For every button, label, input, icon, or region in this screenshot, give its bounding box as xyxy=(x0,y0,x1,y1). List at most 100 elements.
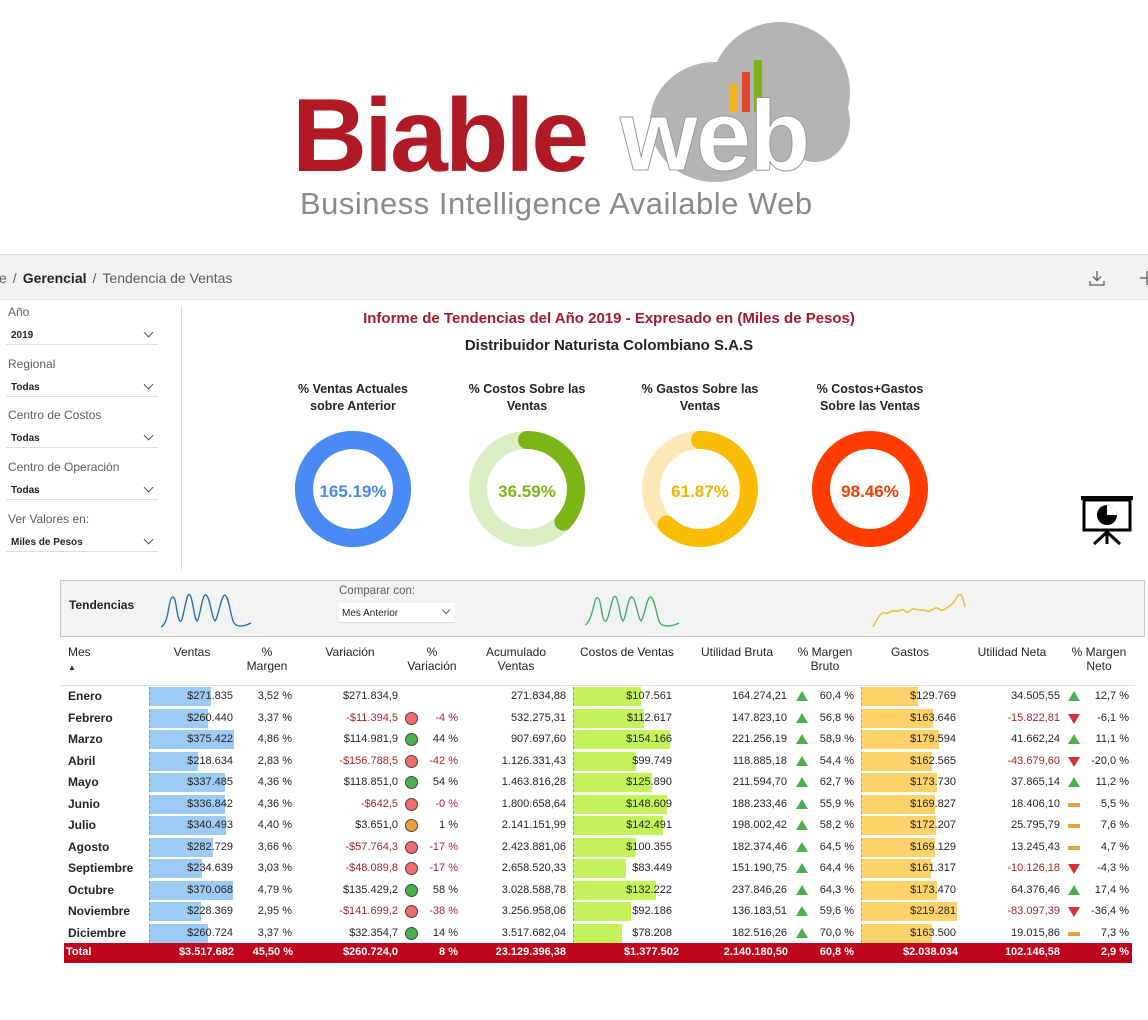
table-row[interactable]: Junio $336.842 4,36 % -$642,5 -0 % 1.800.658,… xyxy=(60,794,1135,816)
cell-pct-variacion xyxy=(422,689,458,704)
cell-variacion: -$11.394,5 xyxy=(346,711,398,724)
cell-margen: 3,52 % xyxy=(257,690,292,702)
table-row[interactable]: Enero $271.835 3,52 % $271.834,9 271.834,88 $… xyxy=(60,686,1135,708)
total-row: Total $3.517.682 45,50 % $260.724,0 8 % … xyxy=(64,943,1132,963)
chevron-down-icon xyxy=(143,379,154,390)
cell-mes: Marzo xyxy=(68,732,103,746)
filter-year-value: 2019 xyxy=(11,330,34,341)
col-header-costos[interactable]: Costos de Ventas xyxy=(572,645,682,659)
breadcrumb-item-home[interactable]: e xyxy=(0,270,7,286)
cell-margen-neto: 5,5 % xyxy=(1100,797,1129,810)
download-icon[interactable] xyxy=(1088,269,1106,287)
cell-pct-variacion: 54 % xyxy=(432,776,458,788)
cell-costos: $148.609 xyxy=(626,797,672,810)
table-row[interactable]: Noviembre $228.369 2,95 % -$141.699,2 -38 % 3… xyxy=(60,901,1135,923)
filter-operation-center-label: Centro de Operación xyxy=(8,460,120,474)
cell-ventas: $337.485 xyxy=(187,776,233,788)
cell-acumulado: 907.697,60 xyxy=(510,733,566,745)
breadcrumb-bar: e / Gerencial / Tendencia de Ventas xyxy=(0,254,1148,300)
cell-acumulado: 1.126.331,43 xyxy=(501,754,566,767)
cell-gastos: $129.769 xyxy=(910,690,956,702)
cell-margen: 2,95 % xyxy=(257,905,292,917)
cell-utilidad-neta: 18.406,10 xyxy=(1011,797,1060,810)
cell-pct-variacion: -4 % xyxy=(435,711,458,724)
cell-utilidad-neta: 13.245,43 xyxy=(1011,840,1060,853)
status-dot-icon xyxy=(405,733,418,746)
filter-units-select[interactable]: Miles de Pesos xyxy=(6,533,158,552)
table-row[interactable]: Marzo $375.422 4,86 % $114.981,9 44 % 907.697… xyxy=(60,729,1135,751)
col-header-utilidad-bruta[interactable]: Utilidad Bruta xyxy=(690,645,784,659)
table-row[interactable]: Julio $340.493 4,40 % $3.651,0 1 % 2.141.151,… xyxy=(60,815,1135,837)
cell-margen-neto: -36,4 % xyxy=(1091,905,1129,917)
breadcrumb-item-gerencial[interactable]: Gerencial xyxy=(23,270,87,286)
triangle-up-icon xyxy=(1068,734,1080,744)
table-row[interactable]: Abril $218.634 2,83 % -$156.788,5 -42 % 1.126… xyxy=(60,751,1135,773)
filter-operation-center-select[interactable]: Todas xyxy=(6,481,158,500)
col-header-margen[interactable]: % Margen xyxy=(236,645,298,673)
total-costos: $1.377.502 xyxy=(623,946,679,958)
col-header-mes[interactable]: Mes ▲ xyxy=(68,645,91,675)
col-header-variacion[interactable]: Variación xyxy=(310,645,390,659)
table-row[interactable]: Agosto $282.729 3,66 % -$57.764,3 -17 % 2.423… xyxy=(60,837,1135,859)
col-header-utilidad-neta[interactable]: Utilidad Neta xyxy=(966,645,1058,659)
cell-margen-neto: 17,4 % xyxy=(1094,883,1129,896)
dash-icon xyxy=(1068,802,1080,807)
table-row[interactable]: Febrero $260.440 3,37 % -$11.394,5 -4 % 532.2… xyxy=(60,708,1135,730)
presentation-icon[interactable] xyxy=(1080,494,1134,546)
cell-margen-bruto: 55,9 % xyxy=(819,797,854,810)
kpi-expenses-value: 61.87% xyxy=(671,482,729,501)
cell-margen-bruto: 54,4 % xyxy=(819,754,854,767)
cell-mes: Junio xyxy=(68,796,100,811)
expand-icon[interactable] xyxy=(1138,269,1148,287)
col-header-gastos[interactable]: Gastos xyxy=(868,645,952,659)
cell-variacion: $32.354,7 xyxy=(349,926,398,939)
cell-margen-bruto: 56,8 % xyxy=(819,711,854,724)
col-header-margen-neto[interactable]: % Margen Neto xyxy=(1064,645,1134,673)
cell-ventas: $370.068 xyxy=(187,883,233,896)
cell-utilidad-neta: -83.097,39 xyxy=(1007,905,1060,917)
cell-utilidad-neta: 37.865,14 xyxy=(1011,776,1060,788)
cell-gastos: $161.317 xyxy=(910,862,956,874)
compare-select[interactable]: Mes Anterior xyxy=(339,603,455,623)
cell-utilidad-bruta: 237.846,26 xyxy=(731,883,787,896)
filter-year-select[interactable]: 2019 xyxy=(6,326,158,345)
chevron-down-icon xyxy=(143,327,154,338)
triangle-down-icon xyxy=(1068,864,1080,874)
logo-name-red: Biable xyxy=(292,78,589,194)
col-header-ventas[interactable]: Ventas xyxy=(160,645,224,659)
cell-utilidad-bruta: 221.256,19 xyxy=(731,733,787,745)
triangle-up-icon xyxy=(796,798,808,809)
cell-acumulado: 2.658.520,33 xyxy=(501,862,566,874)
cell-gastos: $172.207 xyxy=(910,819,956,831)
cell-costos: $125.890 xyxy=(626,776,672,788)
cell-margen-bruto: 59,6 % xyxy=(819,905,854,917)
cell-costos: $99.749 xyxy=(632,754,672,767)
triangle-up-icon xyxy=(1068,777,1080,787)
cell-mes: Noviembre xyxy=(68,904,131,918)
cell-gastos: $169.827 xyxy=(910,797,956,810)
col-header-margen-bruto[interactable]: % Margen Bruto xyxy=(790,645,860,673)
cell-gastos: $173.470 xyxy=(910,883,956,896)
col-header-acumulado[interactable]: Acumulado Ventas xyxy=(474,645,558,673)
cell-pct-variacion: -0 % xyxy=(435,797,458,810)
cell-margen: 4,79 % xyxy=(257,883,292,896)
expenses-sparkline xyxy=(872,594,966,628)
filter-regional-select[interactable]: Todas xyxy=(6,378,158,397)
cell-margen: 3,66 % xyxy=(257,840,292,853)
table-row[interactable]: Mayo $337.485 4,36 % $118.851,0 54 % 1.463.81… xyxy=(60,772,1135,794)
filter-cost-center-select[interactable]: Todas xyxy=(6,429,158,448)
cell-variacion: $114.981,9 xyxy=(343,733,398,745)
filter-regional-value: Todas xyxy=(11,382,40,393)
table-row[interactable]: Septiembre $234.639 3,03 % -$48.089,8 -17 % 2… xyxy=(60,858,1135,880)
cell-variacion: -$141.699,2 xyxy=(339,905,398,917)
table-row[interactable]: Octubre $370.068 4,79 % $135.429,2 58 % 3.028… xyxy=(60,880,1135,902)
cell-utilidad-bruta: 164.274,21 xyxy=(731,690,787,702)
cell-margen: 4,36 % xyxy=(257,776,292,788)
col-header-pct-variacion[interactable]: % Variación xyxy=(398,645,466,673)
cell-margen-neto: -4,3 % xyxy=(1097,862,1129,874)
table-row[interactable]: Diciembre $260.724 3,37 % $32.354,7 14 % 3.51… xyxy=(60,923,1135,945)
cell-utilidad-bruta: 198.002,42 xyxy=(731,819,787,831)
breadcrumb-item-current: Tendencia de Ventas xyxy=(102,270,233,286)
chevron-down-icon xyxy=(143,430,154,441)
cell-utilidad-bruta: 147.823,10 xyxy=(731,711,787,724)
